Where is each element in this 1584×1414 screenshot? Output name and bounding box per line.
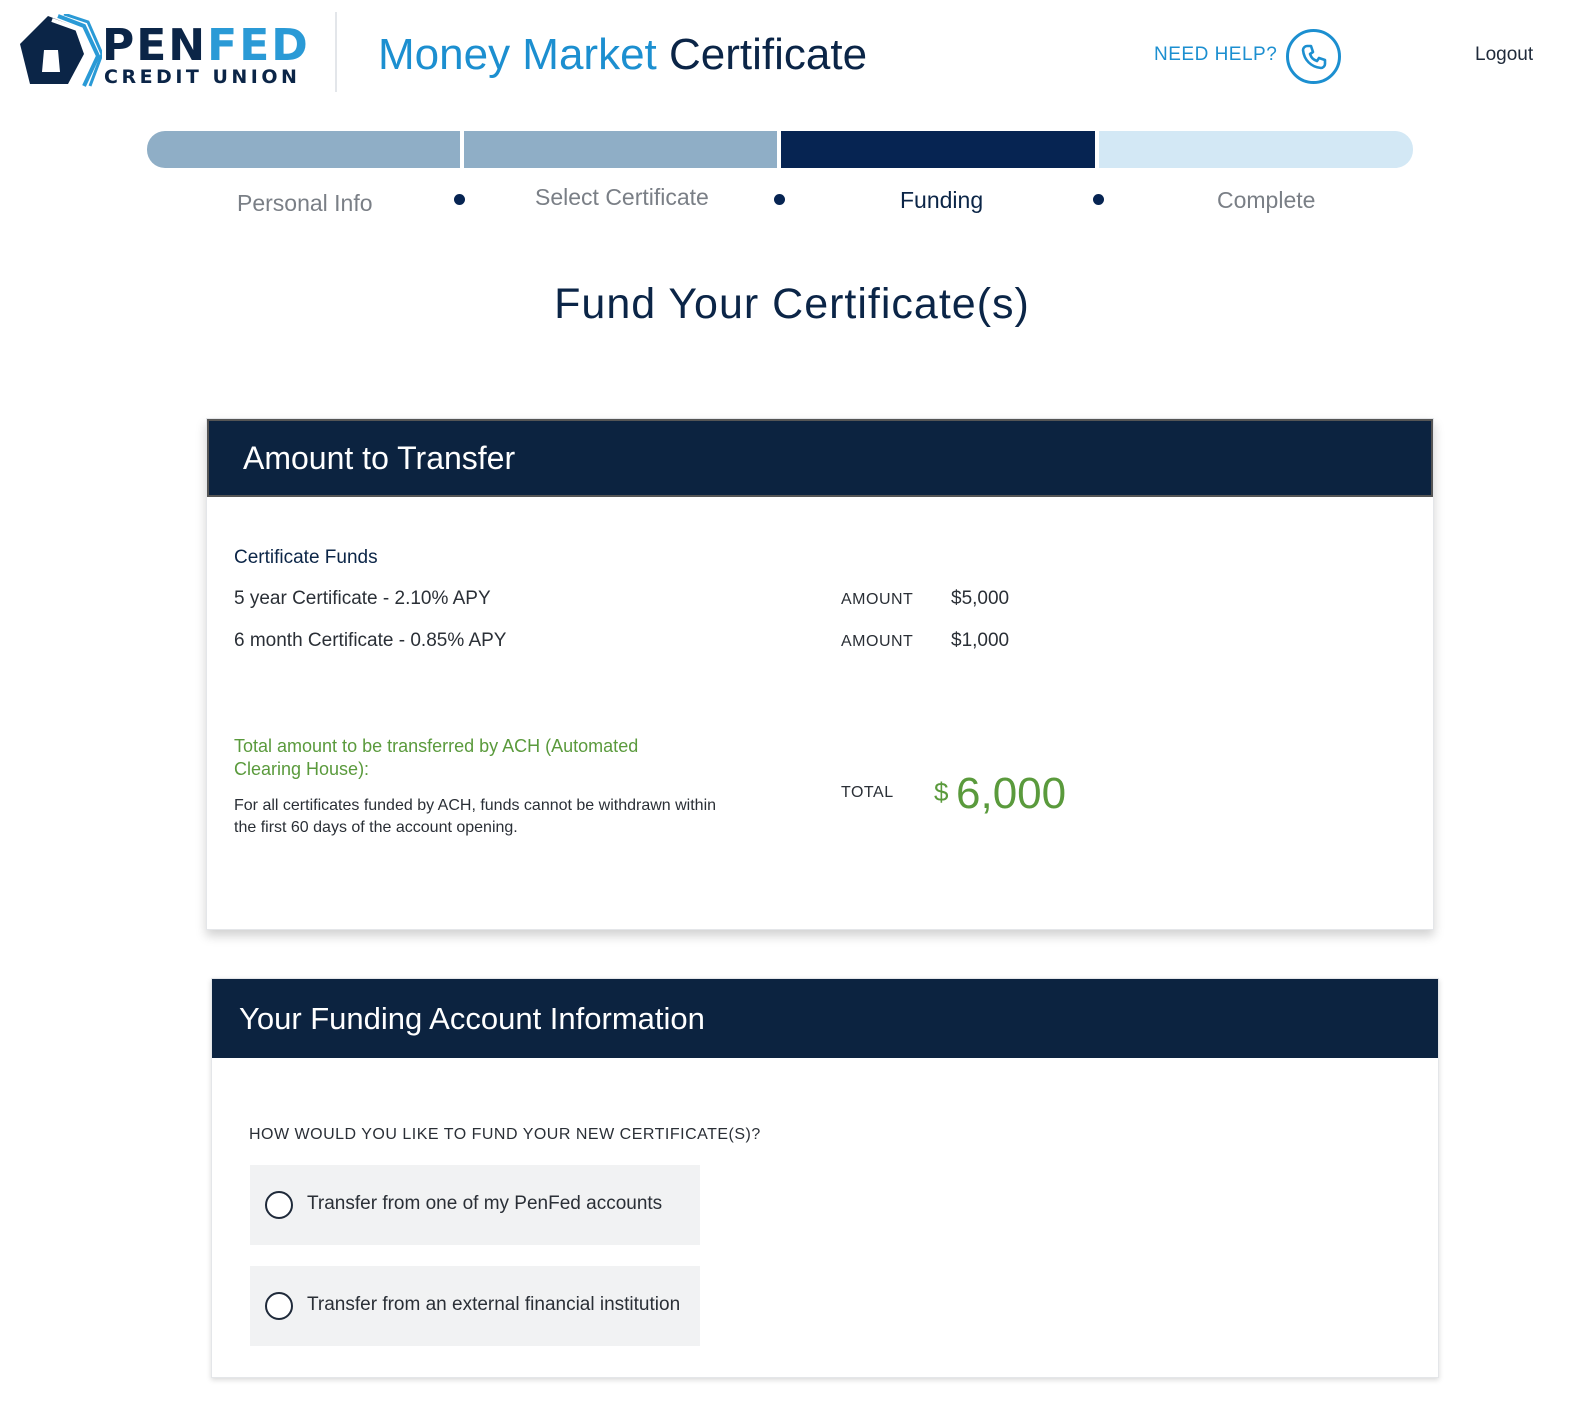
progress-segment-select-certificate xyxy=(464,131,777,168)
option-label: Transfer from one of my PenFed accounts xyxy=(307,1193,663,1214)
phone-help-button[interactable] xyxy=(1286,29,1341,84)
certificate-row-name: 6 month Certificate - 0.85% APY xyxy=(234,630,507,651)
option-penfed-account[interactable]: Transfer from one of my PenFed accounts xyxy=(250,1165,700,1245)
total-currency-symbol: $ xyxy=(934,777,949,807)
app-header: PENFED CREDIT UNION Money Market Certifi… xyxy=(0,0,1584,110)
step-dot-2 xyxy=(774,194,785,205)
funding-account-header: Your Funding Account Information xyxy=(212,979,1438,1058)
total-transfer-title: Total amount to be transferred by ACH (A… xyxy=(234,736,639,779)
logout-link[interactable]: Logout xyxy=(1475,44,1533,66)
radio-unchecked-icon[interactable] xyxy=(265,1292,293,1320)
amount-label: AMOUNT xyxy=(841,591,914,608)
total-amount: 6,000 xyxy=(956,769,1067,818)
total-label: TOTAL xyxy=(841,784,894,801)
header-divider xyxy=(335,12,337,92)
logo-pen-text: PEN xyxy=(102,20,208,71)
progress-bar xyxy=(147,131,1413,168)
funding-method-question: HOW WOULD YOU LIKE TO FUND YOUR NEW CERT… xyxy=(249,1126,761,1143)
option-label: Transfer from an external financial inst… xyxy=(307,1294,681,1315)
funding-account-heading: Your Funding Account Information xyxy=(239,1001,705,1036)
step-select-certificate: Select Certificate xyxy=(535,184,709,210)
step-dot-1 xyxy=(454,194,465,205)
app-title-part2: Certificate xyxy=(669,30,868,79)
certificate-row-amount: $5,000 xyxy=(951,588,1010,609)
progress-segment-complete xyxy=(1099,131,1413,168)
penfed-pentagon-logo-icon xyxy=(20,14,102,87)
logo-fed-text: FED xyxy=(207,20,310,71)
step-complete: Complete xyxy=(1217,187,1316,213)
radio-unchecked-icon[interactable] xyxy=(265,1191,293,1219)
logo-wordmark: PENFED xyxy=(102,24,310,68)
amount-to-transfer-heading: Amount to Transfer xyxy=(243,440,516,476)
option-external-institution[interactable]: Transfer from an external financial inst… xyxy=(250,1266,700,1346)
progress-segment-funding xyxy=(781,131,1095,168)
amount-label: AMOUNT xyxy=(841,633,914,650)
step-dot-3 xyxy=(1093,194,1104,205)
logo-subtitle: CREDIT UNION xyxy=(104,66,301,88)
phone-icon xyxy=(1301,44,1327,70)
progress-segment-personal-info xyxy=(147,131,460,168)
need-help-link[interactable]: NEED HELP? xyxy=(1154,44,1277,66)
ach-withdrawal-note: For all certificates funded by ACH, fund… xyxy=(234,797,717,836)
penfed-logo[interactable]: PENFED CREDIT UNION xyxy=(18,14,308,90)
amount-to-transfer-card: Amount to Transfer Certificate Funds 5 y… xyxy=(206,418,1434,930)
certificate-row-amount: $1,000 xyxy=(951,630,1010,651)
step-personal-info: Personal Info xyxy=(237,190,373,216)
amount-to-transfer-header: Amount to Transfer xyxy=(207,419,1433,497)
step-funding: Funding xyxy=(900,187,984,213)
certificate-funds-title: Certificate Funds xyxy=(234,547,378,568)
certificate-row-name: 5 year Certificate - 2.10% APY xyxy=(234,588,491,609)
app-title: Money Market Certificate xyxy=(378,28,867,82)
page-title: Fund Your Certificate(s) xyxy=(554,280,1030,328)
funding-account-card: Your Funding Account Information HOW WOU… xyxy=(211,978,1439,1378)
app-title-part1: Money Market xyxy=(378,30,657,79)
